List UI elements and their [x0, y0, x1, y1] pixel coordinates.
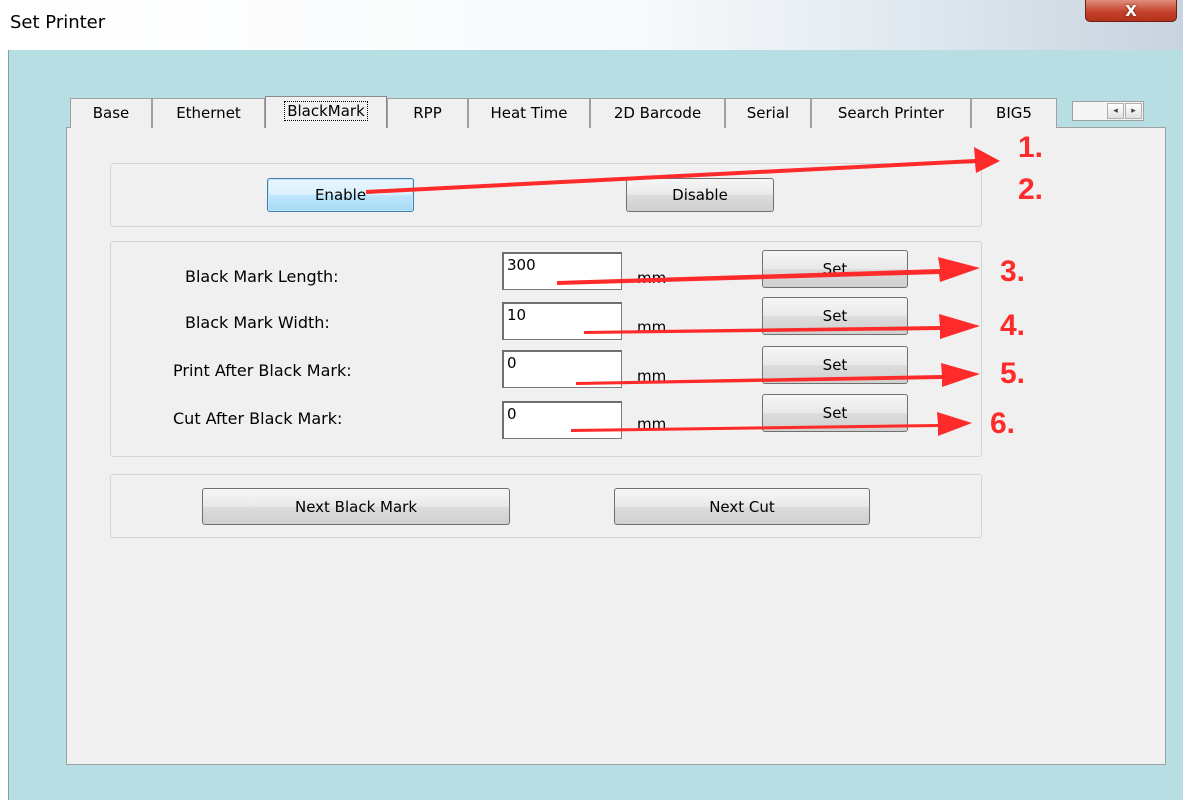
window-title: Set Printer [10, 12, 106, 33]
set-print-after-button[interactable]: Set [762, 346, 908, 384]
scroll-left-icon[interactable]: ◂ [1107, 103, 1124, 119]
tab-base[interactable]: Base [70, 98, 152, 128]
set-cut-after-button[interactable]: Set [762, 394, 908, 432]
next-cut-button[interactable]: Next Cut [614, 488, 870, 525]
print-after-black-mark-input[interactable]: 0 [502, 350, 622, 388]
tab-rpp[interactable]: RPP [387, 98, 468, 128]
tab-scroller: ◂ ▸ [1072, 101, 1144, 121]
cut-after-black-mark-label: Cut After Black Mark: [173, 409, 343, 428]
tab-serial[interactable]: Serial [725, 98, 811, 128]
close-button[interactable]: X [1085, 0, 1177, 22]
title-bar: Set Printer X [0, 0, 1183, 50]
tab-ethernet[interactable]: Ethernet [152, 98, 265, 128]
enable-button[interactable]: Enable [267, 178, 414, 212]
marker-4: 4. [1000, 309, 1026, 342]
enable-group [110, 163, 982, 227]
black-mark-width-label: Black Mark Width: [185, 313, 330, 332]
black-mark-length-label: Black Mark Length: [185, 267, 339, 286]
marker-1: 1. [1018, 131, 1044, 164]
print-after-black-mark-label: Print After Black Mark: [173, 361, 352, 380]
next-black-mark-button[interactable]: Next Black Mark [202, 488, 510, 525]
marker-2: 2. [1018, 173, 1044, 206]
black-mark-length-unit: mm [637, 269, 667, 287]
print-after-black-mark-unit: mm [637, 367, 667, 385]
set-length-button[interactable]: Set [762, 250, 908, 288]
black-mark-width-unit: mm [637, 318, 667, 336]
set-width-button[interactable]: Set [762, 297, 908, 335]
black-mark-length-input[interactable]: 300 [502, 252, 622, 290]
cut-after-black-mark-unit: mm [637, 415, 667, 433]
tab-search-printer[interactable]: Search Printer [811, 98, 971, 128]
black-mark-width-input[interactable]: 10 [502, 302, 622, 340]
tab-heat-time[interactable]: Heat Time [468, 98, 590, 128]
marker-6: 6. [990, 407, 1016, 440]
marker-3: 3. [1000, 255, 1026, 288]
tab-2d-barcode[interactable]: 2D Barcode [590, 98, 725, 128]
disable-button[interactable]: Disable [626, 178, 774, 212]
cut-after-black-mark-input[interactable]: 0 [502, 401, 622, 439]
scroll-right-icon[interactable]: ▸ [1125, 103, 1142, 119]
marker-5: 5. [1000, 357, 1026, 390]
tab-big5[interactable]: BIG5 [971, 98, 1057, 128]
tab-blackmark[interactable]: BlackMark [265, 96, 387, 128]
close-icon: X [1125, 1, 1137, 20]
